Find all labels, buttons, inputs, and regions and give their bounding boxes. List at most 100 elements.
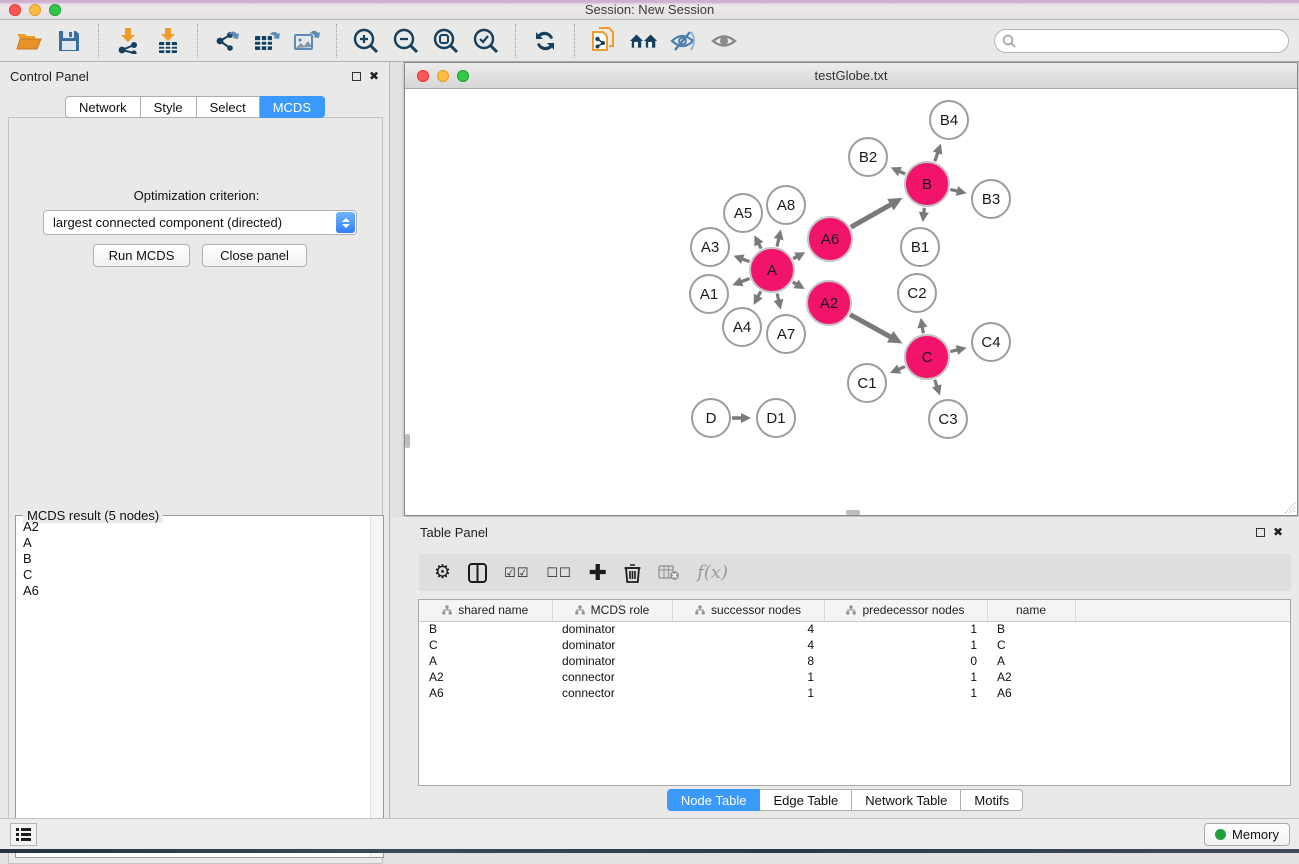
memory-button[interactable]: Memory bbox=[1204, 823, 1290, 846]
delete-column-icon[interactable] bbox=[624, 563, 641, 583]
save-session-icon[interactable] bbox=[54, 26, 84, 56]
graph-node-label: A1 bbox=[700, 286, 718, 303]
table-cell[interactable]: 1 bbox=[672, 669, 824, 685]
tab-select[interactable]: Select bbox=[197, 96, 260, 118]
show-details-eye-icon[interactable] bbox=[709, 26, 739, 56]
tab-network[interactable]: Network bbox=[65, 96, 141, 118]
table-row[interactable]: A6connector11A6 bbox=[419, 685, 1290, 701]
table-cell[interactable]: 1 bbox=[824, 669, 987, 685]
zoom-in-icon[interactable] bbox=[351, 26, 381, 56]
graph-node-label: C4 bbox=[981, 334, 1000, 351]
import-network-icon[interactable] bbox=[113, 26, 143, 56]
table-cell[interactable]: A6 bbox=[987, 685, 1075, 701]
graph-edge[interactable] bbox=[850, 315, 892, 338]
tab-motifs[interactable]: Motifs bbox=[961, 789, 1023, 811]
mcds-result-item[interactable]: A2 bbox=[16, 519, 370, 535]
column-header[interactable]: predecessor nodes bbox=[824, 600, 987, 621]
zoom-fit-icon[interactable] bbox=[431, 26, 461, 56]
table-cell[interactable]: C bbox=[419, 637, 552, 653]
export-network-icon[interactable] bbox=[212, 26, 242, 56]
criterion-dropdown[interactable]: largest connected component (directed) bbox=[43, 210, 357, 235]
close-table-panel-icon[interactable]: ✖ bbox=[1273, 528, 1283, 537]
column-type-icon bbox=[846, 604, 856, 618]
column-header[interactable]: name bbox=[987, 600, 1075, 621]
column-header[interactable]: successor nodes bbox=[672, 600, 824, 621]
graph-edge[interactable] bbox=[851, 204, 892, 227]
optimization-criterion-label: Optimization criterion: bbox=[9, 188, 384, 203]
node-table-header[interactable]: shared nameMCDS rolesuccessor nodesprede… bbox=[419, 600, 1290, 621]
close-panel-button[interactable]: Close panel bbox=[202, 244, 307, 267]
open-session-icon[interactable] bbox=[14, 26, 44, 56]
table-cell[interactable]: 0 bbox=[824, 653, 987, 669]
refresh-icon[interactable] bbox=[530, 26, 560, 56]
table-cell[interactable]: 1 bbox=[824, 621, 987, 637]
table-cell[interactable]: A bbox=[987, 653, 1075, 669]
export-image-icon[interactable] bbox=[292, 26, 322, 56]
table-cell[interactable]: B bbox=[419, 621, 552, 637]
import-table-icon[interactable] bbox=[153, 26, 183, 56]
table-row[interactable]: Bdominator41B bbox=[419, 621, 1290, 637]
hide-details-eye-icon[interactable] bbox=[669, 26, 699, 56]
float-table-panel-icon[interactable] bbox=[1256, 528, 1265, 537]
create-column-icon[interactable]: ✚ bbox=[589, 560, 607, 586]
table-cell[interactable]: connector bbox=[552, 669, 672, 685]
column-header[interactable]: MCDS role bbox=[552, 600, 672, 621]
export-table-icon[interactable] bbox=[252, 26, 282, 56]
graph-node-label: B4 bbox=[940, 112, 958, 129]
mcds-result-item[interactable]: B bbox=[16, 551, 370, 567]
table-row[interactable]: Cdominator41C bbox=[419, 637, 1290, 653]
table-cell[interactable]: dominator bbox=[552, 653, 672, 669]
tab-edge-table[interactable]: Edge Table bbox=[760, 789, 852, 811]
unselect-all-columns-icon[interactable]: ☐☐ bbox=[546, 565, 571, 581]
mcds-result-item[interactable]: C bbox=[16, 567, 370, 583]
table-cell[interactable]: 1 bbox=[672, 685, 824, 701]
node-table-body[interactable]: Bdominator41BCdominator41CAdominator80AA… bbox=[419, 621, 1290, 701]
table-cell[interactable]: dominator bbox=[552, 637, 672, 653]
table-cell[interactable]: A6 bbox=[419, 685, 552, 701]
zoom-selected-icon[interactable] bbox=[471, 26, 501, 56]
mcds-result-item[interactable]: A6 bbox=[16, 583, 370, 599]
result-scrollbar[interactable] bbox=[370, 516, 383, 857]
vertical-scrollbar-thumb[interactable] bbox=[405, 434, 410, 448]
search-input[interactable] bbox=[994, 29, 1289, 53]
table-cell[interactable]: A2 bbox=[987, 669, 1075, 685]
select-all-columns-icon[interactable]: ☑☑ bbox=[504, 565, 529, 581]
tab-style[interactable]: Style bbox=[141, 96, 197, 118]
task-history-button[interactable] bbox=[10, 823, 37, 846]
tab-mcds[interactable]: MCDS bbox=[260, 96, 325, 118]
table-row[interactable]: Adominator80A bbox=[419, 653, 1290, 669]
search-field[interactable] bbox=[994, 29, 1289, 53]
table-cell[interactable]: A2 bbox=[419, 669, 552, 685]
network-window-titlebar[interactable]: testGlobe.txt bbox=[405, 63, 1297, 89]
float-panel-icon[interactable] bbox=[352, 72, 361, 81]
table-cell[interactable]: 1 bbox=[824, 637, 987, 653]
table-row[interactable]: A2connector11A2 bbox=[419, 669, 1290, 685]
run-mcds-button[interactable]: Run MCDS bbox=[93, 244, 190, 267]
horizontal-scrollbar-thumb[interactable] bbox=[846, 510, 860, 515]
mcds-result-item[interactable]: A bbox=[16, 535, 370, 551]
resize-grip-icon[interactable] bbox=[1283, 501, 1296, 514]
table-cell[interactable]: connector bbox=[552, 685, 672, 701]
control-panel-tabs: Network Style Select MCDS bbox=[0, 96, 390, 118]
column-header[interactable]: shared name bbox=[419, 600, 552, 621]
table-cell[interactable]: C bbox=[987, 637, 1075, 653]
table-cell[interactable]: A bbox=[419, 653, 552, 669]
column-type-icon bbox=[442, 604, 452, 618]
table-cell[interactable]: 4 bbox=[672, 637, 824, 653]
table-settings-gear-icon[interactable]: ⚙ bbox=[434, 561, 451, 584]
close-panel-icon[interactable]: ✖ bbox=[369, 72, 379, 81]
copy-network-icon[interactable] bbox=[589, 26, 619, 56]
zoom-out-icon[interactable] bbox=[391, 26, 421, 56]
table-cell[interactable]: 1 bbox=[824, 685, 987, 701]
table-cell[interactable]: 8 bbox=[672, 653, 824, 669]
node-table[interactable]: shared nameMCDS rolesuccessor nodesprede… bbox=[418, 599, 1291, 786]
table-cell[interactable]: B bbox=[987, 621, 1075, 637]
table-cell[interactable]: 4 bbox=[672, 621, 824, 637]
tab-network-table[interactable]: Network Table bbox=[852, 789, 961, 811]
show-column-icon[interactable] bbox=[468, 563, 487, 583]
tab-node-table[interactable]: Node Table bbox=[667, 789, 761, 811]
graph-node-label: D1 bbox=[766, 410, 785, 427]
table-cell[interactable]: dominator bbox=[552, 621, 672, 637]
home-icon[interactable] bbox=[629, 26, 659, 56]
network-canvas[interactable]: AA1A3A5A8A4A7A6A2BB1B2B3B4CC1C2C3C4DD1 bbox=[405, 89, 1297, 515]
